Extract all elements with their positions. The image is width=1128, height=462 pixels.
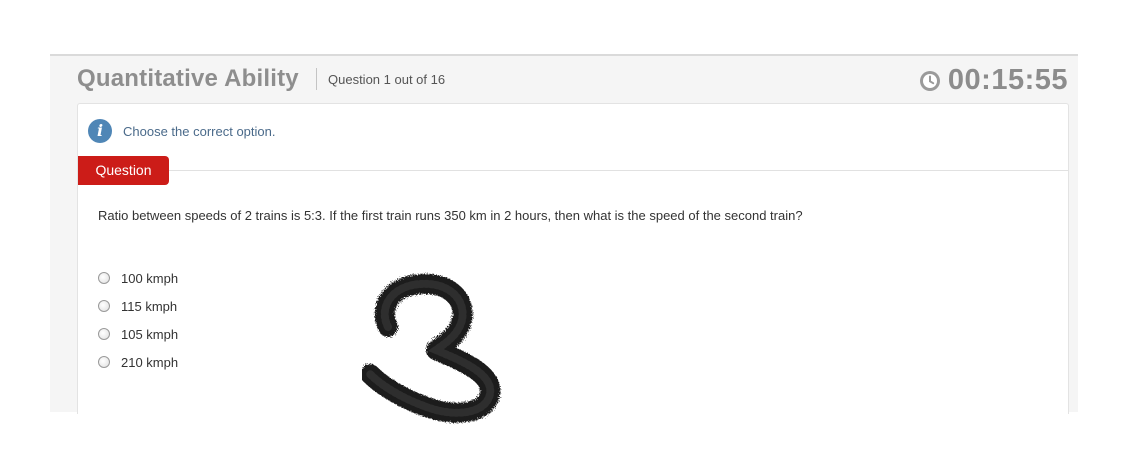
test-panel: Quantitative Ability Question 1 out of 1… xyxy=(50,54,1078,414)
question-divider xyxy=(78,170,1068,171)
section-title: Quantitative Ability xyxy=(77,65,299,92)
option-4-label[interactable]: 210 kmph xyxy=(121,355,178,370)
option-1-label[interactable]: 100 kmph xyxy=(121,271,178,286)
option-2-radio[interactable] xyxy=(98,300,110,312)
clock-icon xyxy=(919,70,940,91)
option-1[interactable]: 100 kmph xyxy=(98,264,178,292)
option-2-label[interactable]: 115 kmph xyxy=(121,299,177,314)
info-icon: i xyxy=(88,119,112,143)
option-1-radio[interactable] xyxy=(98,272,110,284)
option-4[interactable]: 210 kmph xyxy=(98,348,178,376)
header-divider xyxy=(316,68,317,90)
option-3[interactable]: 105 kmph xyxy=(98,320,178,348)
option-4-radio[interactable] xyxy=(98,356,110,368)
answer-options: 100 kmph 115 kmph 105 kmph 210 kmph xyxy=(98,264,178,376)
option-3-label[interactable]: 105 kmph xyxy=(121,327,178,342)
question-text: Ratio between speeds of 2 trains is 5:3.… xyxy=(98,208,803,223)
question-card: i Choose the correct option. Question Ra… xyxy=(77,103,1069,414)
timer-value: 00:15:55 xyxy=(947,64,1068,96)
timer: 00:15:55 xyxy=(919,64,1068,97)
option-2[interactable]: 115 kmph xyxy=(98,292,178,320)
question-tab: Question xyxy=(78,156,169,185)
question-counter: Question 1 out of 16 xyxy=(328,72,446,87)
option-3-radio[interactable] xyxy=(98,328,110,340)
instruction-text: Choose the correct option. xyxy=(123,124,276,139)
handwritten-scribble xyxy=(362,273,501,423)
